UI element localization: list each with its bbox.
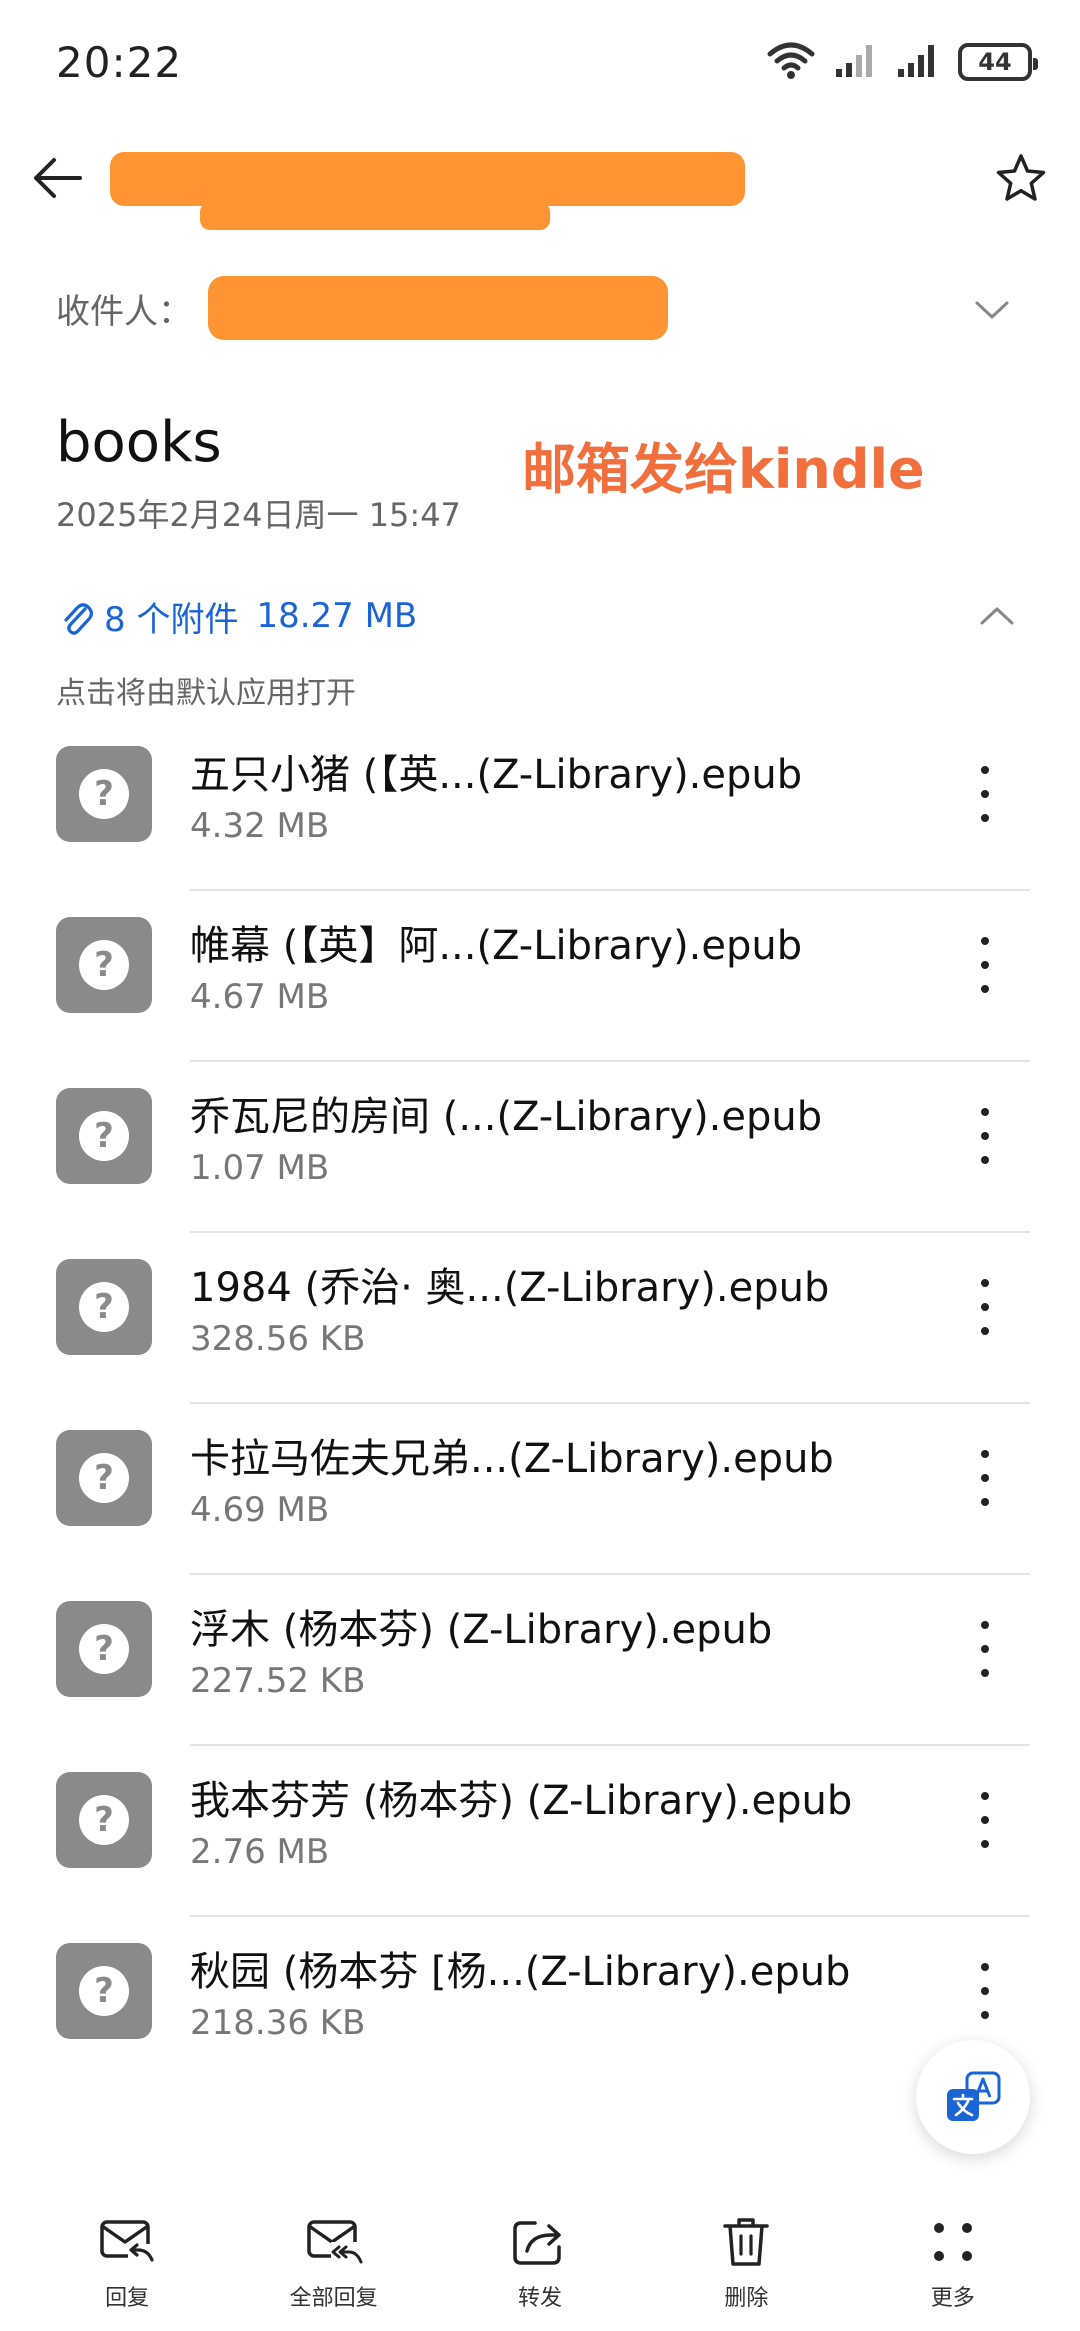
redacted-sender: [110, 150, 745, 230]
reply-all-button[interactable]: 全部回复: [254, 2210, 414, 2312]
more-vertical-icon[interactable]: [960, 1442, 1010, 1514]
attachments-header[interactable]: 8 个附件 18.27 MB: [56, 588, 1031, 644]
attachment-item[interactable]: ? 我本芬芳 (杨本芬) (Z-Library).epub 2.76 MB: [0, 1746, 1080, 1917]
attachment-item[interactable]: ? 1984 (乔治· 奥...(Z-Library).epub 328.56 …: [0, 1233, 1080, 1404]
annotation-text: 邮箱发给kindle: [522, 438, 925, 501]
wifi-icon: [766, 40, 816, 84]
star-icon: [996, 154, 1046, 201]
attachment-item[interactable]: ? 乔瓦尼的房间 (...(Z-Library).epub 1.07 MB: [0, 1062, 1080, 1233]
attachment-size: 328.56 KB: [190, 1319, 366, 1359]
mail-date: 2025年2月24日周一 15:47: [56, 496, 461, 534]
unknown-file-icon: ?: [56, 1430, 152, 1526]
battery-level: 44: [978, 48, 1012, 76]
attachment-item[interactable]: ? 五只小猪 (【英...(Z-Library).epub 4.32 MB: [0, 720, 1080, 891]
attachment-name: 1984 (乔治· 奥...(Z-Library).epub: [190, 1265, 830, 1311]
unknown-file-icon: ?: [56, 1943, 152, 2039]
more-vertical-icon[interactable]: [960, 1100, 1010, 1172]
attachment-size: 4.67 MB: [190, 977, 330, 1017]
reply-all-icon: [302, 2210, 366, 2274]
chevron-up-icon: [980, 607, 1014, 625]
attachment-item[interactable]: ? 秋园 (杨本芬 [杨...(Z-Library).epub 218.36 K…: [0, 1917, 1080, 2088]
unknown-file-icon: ?: [56, 1088, 152, 1184]
attachment-item[interactable]: ? 卡拉马佐夫兄弟...(Z-Library).epub 4.69 MB: [0, 1404, 1080, 1575]
collapse-attachments-button[interactable]: [975, 594, 1019, 638]
attachment-size: 218.36 KB: [190, 2003, 366, 2043]
chevron-down-icon: [975, 301, 1009, 319]
attachment-name: 秋园 (杨本芬 [杨...(Z-Library).epub: [190, 1949, 851, 1995]
bottom-action-bar: 回复 全部回复 转发 删除 更多: [0, 2210, 1080, 2331]
forward-button[interactable]: 转发: [460, 2210, 620, 2312]
more-button[interactable]: 更多: [873, 2210, 1033, 2312]
more-vertical-icon[interactable]: [960, 929, 1010, 1001]
unknown-file-icon: ?: [56, 746, 152, 842]
more-vertical-icon[interactable]: [960, 1784, 1010, 1856]
unknown-file-icon: ?: [56, 1601, 152, 1697]
mail-subject: books: [56, 410, 222, 475]
back-button[interactable]: [28, 148, 88, 208]
signal-icon-sim1: [834, 41, 878, 83]
more-vertical-icon[interactable]: [960, 1271, 1010, 1343]
unknown-file-icon: ?: [56, 1259, 152, 1355]
more-vertical-icon[interactable]: [960, 1955, 1010, 2027]
attachment-size: 1.07 MB: [190, 1148, 330, 1188]
delete-button[interactable]: 删除: [666, 2210, 826, 2312]
paperclip-icon: [56, 596, 96, 636]
more-vertical-icon[interactable]: [960, 1613, 1010, 1685]
reply-icon: [95, 2210, 159, 2274]
attachment-total-size: 18.27 MB: [256, 596, 418, 636]
attachment-count: 8 个附件: [104, 599, 239, 640]
attachment-size: 227.52 KB: [190, 1661, 366, 1701]
translate-icon: [947, 2071, 1001, 2121]
attachment-item[interactable]: ? 帷幕 (【英】阿...(Z-Library).epub 4.67 MB: [0, 891, 1080, 1062]
attachment-hint: 点击将由默认应用打开: [56, 676, 356, 711]
attachment-list: ? 五只小猪 (【英...(Z-Library).epub 4.32 MB ? …: [0, 720, 1080, 2088]
attachment-name: 乔瓦尼的房间 (...(Z-Library).epub: [190, 1094, 823, 1140]
more-label: 更多: [930, 2286, 975, 2311]
attachment-name: 我本芬芳 (杨本芬) (Z-Library).epub: [190, 1778, 853, 1824]
recipient-row[interactable]: 收件人：: [56, 272, 1036, 344]
attachment-size: 4.32 MB: [190, 806, 330, 846]
attachment-name: 帷幕 (【英】阿...(Z-Library).epub: [190, 923, 803, 969]
unknown-file-icon: ?: [56, 1772, 152, 1868]
battery-indicator: 44: [958, 43, 1038, 81]
recipient-label: 收件人：: [56, 291, 192, 332]
reply-label: 回复: [105, 2286, 150, 2311]
status-bar: 20:22 44: [0, 0, 1080, 120]
forward-label: 转发: [517, 2286, 562, 2311]
attachment-item[interactable]: ? 浮木 (杨本芬) (Z-Library).epub 227.52 KB: [0, 1575, 1080, 1746]
redacted-recipient: [208, 276, 668, 340]
translate-button[interactable]: [916, 2040, 1030, 2154]
more-vertical-icon[interactable]: [960, 758, 1010, 830]
trash-icon: [714, 2210, 778, 2274]
attachment-size: 4.69 MB: [190, 1490, 330, 1530]
attachment-name: 五只小猪 (【英...(Z-Library).epub: [190, 752, 803, 798]
more-grid-icon: [921, 2210, 985, 2274]
status-icons: 44: [766, 40, 1038, 84]
expand-recipients-button[interactable]: [970, 288, 1014, 332]
forward-icon: [508, 2210, 572, 2274]
star-button[interactable]: [990, 148, 1052, 210]
signal-icon-sim2: [896, 41, 940, 83]
unknown-file-icon: ?: [56, 917, 152, 1013]
arrow-left-icon: [34, 158, 82, 198]
attachment-name: 浮木 (杨本芬) (Z-Library).epub: [190, 1607, 773, 1653]
reply-all-label: 全部回复: [289, 2286, 378, 2311]
attachment-name: 卡拉马佐夫兄弟...(Z-Library).epub: [190, 1436, 834, 1482]
status-time: 20:22: [56, 38, 183, 87]
delete-label: 删除: [724, 2286, 769, 2311]
attachment-size: 2.76 MB: [190, 1832, 330, 1872]
reply-button[interactable]: 回复: [47, 2210, 207, 2312]
